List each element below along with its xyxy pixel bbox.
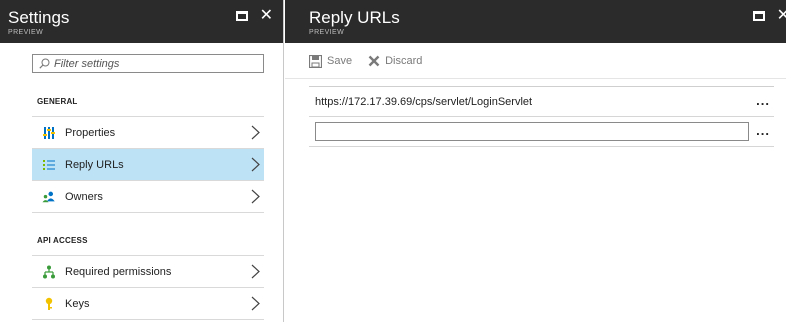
reply-url-value: https://172.17.39.69/cps/servlet/LoginSe… <box>315 95 533 108</box>
reply-urls-blade-title: Reply URLs <box>309 8 400 27</box>
maximize-icon[interactable] <box>752 11 765 21</box>
sidebar-item-reply-urls[interactable]: Reply URLs <box>32 149 264 180</box>
close-icon[interactable]: ✕ <box>777 8 786 24</box>
toolbar-divider <box>285 78 786 79</box>
chevron-right-icon <box>251 125 260 140</box>
sidebar-item-label: Properties <box>65 126 116 139</box>
settings-blade-subtitle: PREVIEW <box>8 29 44 36</box>
section-heading-api-access: API ACCESS <box>37 236 88 245</box>
discard-icon <box>368 55 380 67</box>
discard-button[interactable]: Discard <box>368 55 422 67</box>
sidebar-item-keys[interactable]: Keys <box>32 288 264 319</box>
filter-settings-input[interactable] <box>54 57 254 70</box>
sidebar-item-label: Required permissions <box>65 265 172 278</box>
key-icon <box>42 297 56 311</box>
reply-urls-blade-header: Reply URLs PREVIEW ✕ <box>285 0 786 43</box>
owners-icon <box>42 190 56 204</box>
properties-icon <box>42 126 56 140</box>
sidebar-item-properties[interactable]: Properties <box>32 117 264 148</box>
search-icon <box>39 58 50 69</box>
divider <box>32 212 264 213</box>
chevron-right-icon <box>251 296 260 311</box>
reply-urls-icon <box>42 158 56 172</box>
new-reply-url-row: ... <box>309 117 774 147</box>
chevron-right-icon <box>251 264 260 279</box>
reply-urls-blade: Reply URLs PREVIEW ✕ Save Discard https:… <box>285 0 786 322</box>
reply-urls-header-controls: ✕ <box>752 8 786 24</box>
filter-settings-box[interactable] <box>32 54 264 73</box>
close-icon[interactable]: ✕ <box>260 8 273 24</box>
more-options-button[interactable]: ... <box>756 123 770 138</box>
reply-url-list: https://172.17.39.69/cps/servlet/LoginSe… <box>309 86 774 147</box>
sidebar-item-label: Reply URLs <box>65 158 124 171</box>
chevron-right-icon <box>251 189 260 204</box>
settings-blade-header: Settings PREVIEW ✕ <box>0 0 283 43</box>
section-heading-general: GENERAL <box>37 97 78 106</box>
save-icon <box>309 54 322 68</box>
settings-blade: Settings PREVIEW ✕ GENERAL Properties <box>0 0 284 322</box>
divider <box>32 319 264 320</box>
save-label: Save <box>327 55 353 67</box>
reply-urls-blade-subtitle: PREVIEW <box>309 29 345 36</box>
maximize-icon[interactable] <box>235 11 248 21</box>
discard-label: Discard <box>385 55 423 67</box>
settings-header-controls: ✕ <box>235 8 273 24</box>
reply-url-row: https://172.17.39.69/cps/servlet/LoginSe… <box>309 87 774 117</box>
sidebar-item-owners[interactable]: Owners <box>32 181 264 212</box>
sidebar-item-label: Owners <box>65 190 103 203</box>
new-reply-url-input[interactable] <box>315 122 749 141</box>
command-bar: Save Discard <box>309 52 438 70</box>
permissions-icon <box>42 265 56 279</box>
sidebar-item-label: Keys <box>65 297 90 310</box>
chevron-right-icon <box>251 157 260 172</box>
more-options-button[interactable]: ... <box>756 93 770 108</box>
sidebar-item-required-permissions[interactable]: Required permissions <box>32 256 264 287</box>
save-button[interactable]: Save <box>309 54 353 68</box>
